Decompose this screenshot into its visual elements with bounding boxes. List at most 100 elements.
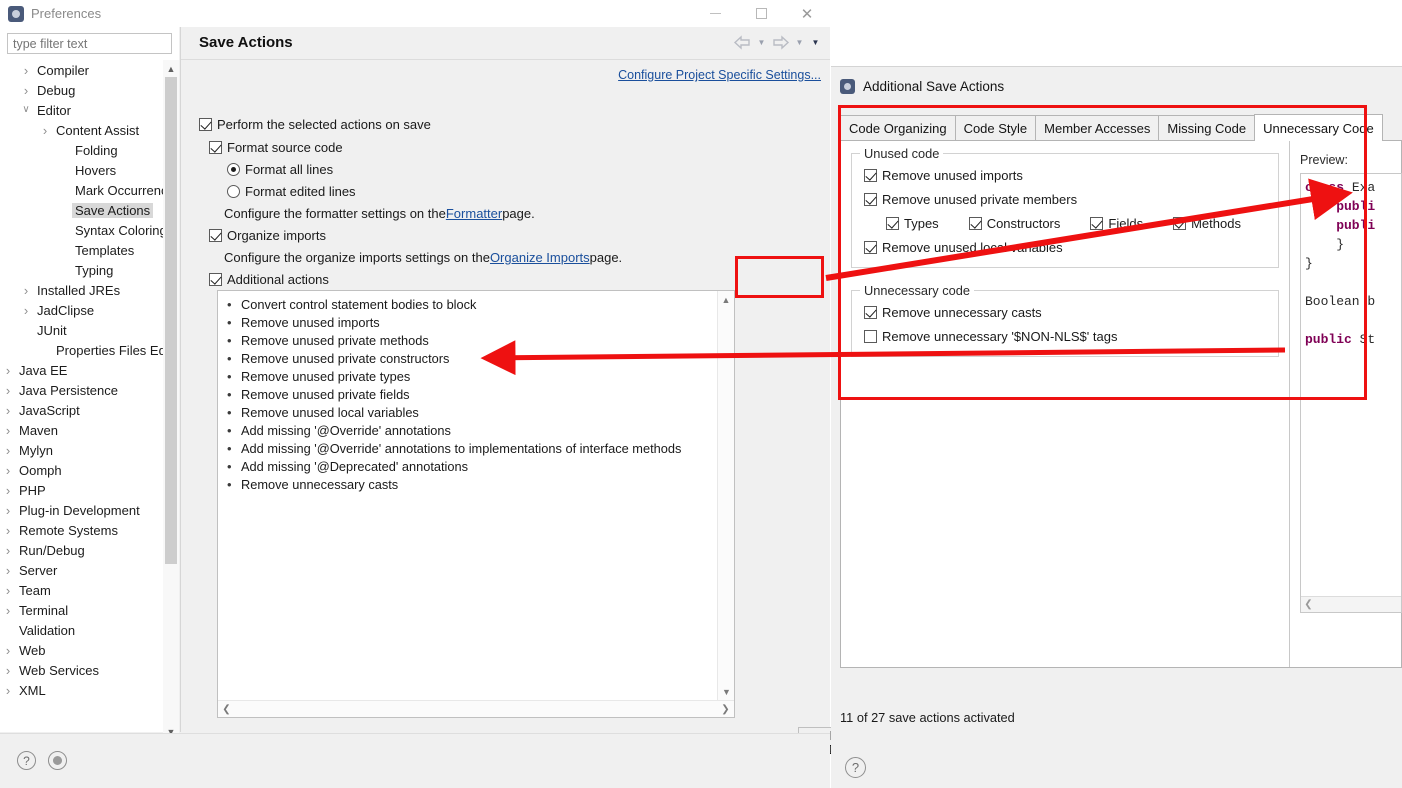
member-kind-methods-checkbox[interactable] bbox=[1173, 217, 1187, 230]
tree-item-mylyn[interactable]: › Mylyn bbox=[0, 440, 179, 460]
remove-unused-imports-checkbox[interactable] bbox=[864, 169, 877, 182]
formatter-link[interactable]: Formatter bbox=[446, 206, 502, 221]
additional-actions-checkbox[interactable] bbox=[209, 273, 222, 286]
tree-item-oomph[interactable]: › Oomph bbox=[0, 460, 179, 480]
tree-item-properties-files-editor[interactable]: Properties Files Editor bbox=[0, 340, 179, 360]
chevron-right-icon[interactable]: › bbox=[0, 444, 16, 457]
tree-item-web[interactable]: › Web bbox=[0, 640, 179, 660]
tab-missing-code[interactable]: Missing Code bbox=[1158, 115, 1256, 140]
forward-dropdown-caret-icon[interactable]: ▼ bbox=[793, 36, 806, 49]
format-source-checkbox-row[interactable]: Format source code bbox=[209, 140, 343, 155]
remove-unnecessary-casts-checkbox[interactable] bbox=[864, 306, 877, 319]
remove-nonnls-tags-checkbox[interactable] bbox=[864, 330, 877, 343]
tree-item-terminal[interactable]: › Terminal bbox=[0, 600, 179, 620]
tree-item-java-persistence[interactable]: › Java Persistence bbox=[0, 380, 179, 400]
member-kind-types-checkbox[interactable] bbox=[886, 217, 899, 230]
list-vertical-scrollbar[interactable]: ▲ ▼ bbox=[717, 291, 734, 700]
tree-item-remote-systems[interactable]: › Remote Systems bbox=[0, 520, 179, 540]
member-kind-constructors-checkbox[interactable] bbox=[968, 217, 982, 230]
preferences-tree[interactable]: › Compiler › Debug ∨ Editor › Content Assist Fo… bbox=[0, 60, 179, 705]
forward-arrow-icon[interactable] bbox=[771, 35, 790, 50]
preview-scroll-left-icon[interactable]: ❮ bbox=[1301, 599, 1316, 611]
tree-item-mark-occurrences[interactable]: Mark Occurrences bbox=[0, 180, 179, 200]
list-scroll-right-icon[interactable]: ❯ bbox=[717, 704, 734, 715]
chevron-right-icon[interactable]: › bbox=[37, 124, 53, 137]
perform-on-save-checkbox[interactable] bbox=[199, 118, 212, 131]
remove-unnecessary-casts-row[interactable]: Remove unnecessary casts bbox=[864, 305, 1266, 320]
tab-member-accesses[interactable]: Member Accesses bbox=[1035, 115, 1160, 140]
tree-item-jadclipse[interactable]: › JadClipse bbox=[0, 300, 179, 320]
format-edited-lines-radio-row[interactable]: Format edited lines bbox=[227, 184, 356, 199]
tree-item-php[interactable]: › PHP bbox=[0, 480, 179, 500]
tree-item-debug[interactable]: › Debug bbox=[0, 80, 179, 100]
tree-item-syntax-coloring[interactable]: Syntax Coloring bbox=[0, 220, 179, 240]
tree-item-save-actions[interactable]: Save Actions bbox=[0, 200, 179, 220]
list-scroll-up-icon[interactable]: ▲ bbox=[718, 291, 734, 308]
tab-code-style[interactable]: Code Style bbox=[954, 115, 1037, 140]
tree-scroll-thumb[interactable] bbox=[165, 77, 177, 564]
minimize-icon[interactable] bbox=[692, 0, 738, 27]
dialog-tabs[interactable]: Code Organizing Code Style Member Accesses… bbox=[840, 114, 1402, 141]
member-kind-types[interactable]: Types bbox=[886, 216, 939, 231]
remove-unused-local-variables-checkbox[interactable] bbox=[864, 241, 877, 254]
tree-vertical-scrollbar[interactable]: ▲ ▼ bbox=[163, 60, 179, 740]
tree-item-team[interactable]: › Team bbox=[0, 580, 179, 600]
format-source-checkbox[interactable] bbox=[209, 141, 222, 154]
remove-unused-private-members-row[interactable]: Remove unused private members bbox=[864, 192, 1266, 207]
chevron-right-icon[interactable]: › bbox=[0, 604, 16, 617]
preview-code-box[interactable]: class Exa publi publi }} Boolean b publi… bbox=[1300, 173, 1402, 613]
additional-actions-checkbox-row[interactable]: Additional actions bbox=[209, 272, 329, 287]
remove-unused-private-members-checkbox[interactable] bbox=[864, 193, 877, 206]
chevron-right-icon[interactable]: › bbox=[0, 584, 16, 597]
back-dropdown-caret-icon[interactable]: ▼ bbox=[755, 36, 768, 49]
tree-item-java-ee[interactable]: › Java EE bbox=[0, 360, 179, 380]
tree-item-editor[interactable]: ∨ Editor bbox=[0, 100, 179, 120]
chevron-right-icon[interactable]: › bbox=[18, 304, 34, 317]
list-scroll-down-icon[interactable]: ▼ bbox=[718, 683, 735, 700]
chevron-right-icon[interactable]: › bbox=[0, 564, 16, 577]
organize-imports-link[interactable]: Organize Imports bbox=[490, 250, 590, 265]
back-arrow-icon[interactable] bbox=[733, 35, 752, 50]
tree-item-content-assist[interactable]: › Content Assist bbox=[0, 120, 179, 140]
tab-code-organizing[interactable]: Code Organizing bbox=[840, 115, 956, 140]
member-kind-fields[interactable]: Fields bbox=[1090, 216, 1143, 231]
tree-item-javascript[interactable]: › JavaScript bbox=[0, 400, 179, 420]
view-menu-caret-icon[interactable]: ▼ bbox=[809, 36, 822, 49]
chevron-right-icon[interactable]: › bbox=[18, 64, 34, 77]
chevron-right-icon[interactable]: › bbox=[18, 284, 34, 297]
perform-on-save-checkbox-row[interactable]: Perform the selected actions on save bbox=[199, 117, 431, 132]
remove-nonnls-tags-row[interactable]: Remove unnecessary '$NON-NLS$' tags bbox=[864, 329, 1266, 344]
maximize-icon[interactable] bbox=[738, 0, 784, 27]
tree-item-junit[interactable]: JUnit bbox=[0, 320, 179, 340]
tree-item-hovers[interactable]: Hovers bbox=[0, 160, 179, 180]
configure-project-specific-settings-link[interactable]: Configure Project Specific Settings... bbox=[618, 68, 821, 82]
filter-input[interactable] bbox=[7, 33, 172, 54]
chevron-right-icon[interactable]: › bbox=[0, 424, 16, 437]
chevron-down-icon[interactable]: ∨ bbox=[18, 105, 34, 115]
tree-item-run-debug[interactable]: › Run/Debug bbox=[0, 540, 179, 560]
tree-item-installed-jres[interactable]: › Installed JREs bbox=[0, 280, 179, 300]
tree-item-compiler[interactable]: › Compiler bbox=[0, 60, 179, 80]
format-all-lines-radio[interactable] bbox=[227, 163, 240, 176]
settings-icon[interactable] bbox=[48, 751, 67, 770]
scroll-up-icon[interactable]: ▲ bbox=[163, 60, 179, 77]
tree-item-validation[interactable]: Validation bbox=[0, 620, 179, 640]
tree-item-templates[interactable]: Templates bbox=[0, 240, 179, 260]
remove-unused-local-variables-row[interactable]: Remove unused local variables bbox=[864, 240, 1266, 255]
save-actions-listbox[interactable]: Convert control statement bodies to bloc… bbox=[217, 290, 735, 718]
preview-horizontal-scrollbar[interactable]: ❮ bbox=[1301, 596, 1401, 612]
chevron-right-icon[interactable]: › bbox=[0, 684, 16, 697]
tree-item-xml[interactable]: › XML bbox=[0, 680, 179, 700]
tree-item-typing[interactable]: Typing bbox=[0, 260, 179, 280]
organize-imports-checkbox-row[interactable]: Organize imports bbox=[209, 228, 326, 243]
tree-item-web-services[interactable]: › Web Services bbox=[0, 660, 179, 680]
help-icon[interactable]: ? bbox=[845, 757, 866, 778]
list-horizontal-scrollbar[interactable]: ❮ ❯ bbox=[218, 700, 734, 717]
tree-item-plug-in-development[interactable]: › Plug-in Development bbox=[0, 500, 179, 520]
chevron-right-icon[interactable]: › bbox=[0, 484, 16, 497]
member-kind-constructors[interactable]: Constructors bbox=[968, 216, 1060, 231]
tree-item-maven[interactable]: › Maven bbox=[0, 420, 179, 440]
member-kind-methods[interactable]: Methods bbox=[1173, 216, 1241, 231]
chevron-right-icon[interactable]: › bbox=[0, 524, 16, 537]
tree-item-server[interactable]: › Server bbox=[0, 560, 179, 580]
